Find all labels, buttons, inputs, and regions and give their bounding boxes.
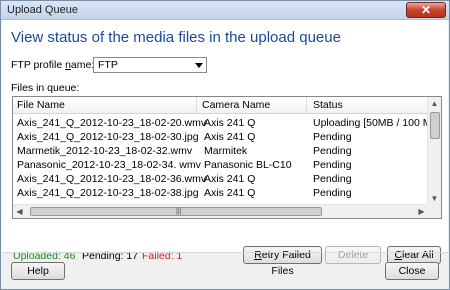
file-name-cell: Panasonic_2012-10-23_18-02-34. wmv: [17, 159, 201, 171]
table-row[interactable]: Axis_241_Q_2012-10-23_18-02-20.wmv Axis …: [13, 117, 441, 130]
column-header-camera-name[interactable]: Camera Name: [202, 99, 270, 111]
chevron-down-icon: [195, 63, 203, 68]
camera-name-cell: Axis 241 Q: [204, 117, 256, 129]
list-header: File Name Camera Name Status: [13, 97, 429, 114]
table-row[interactable]: Marmetik_2012-10-23_18-02-32.wmv Marmite…: [13, 145, 429, 158]
scroll-grip-icon: |||: [176, 208, 182, 215]
ftp-profile-value: FTP: [98, 59, 118, 71]
table-row[interactable]: Axis_241_Q_2012-10-23_18-02-36.wmv Axis …: [13, 173, 429, 186]
ftp-profile-dropdown[interactable]: FTP: [93, 57, 207, 73]
status-cell: Pending: [313, 187, 352, 199]
file-name-cell: Axis_241_Q_2012-10-23_18-02-36.wmv: [17, 173, 207, 185]
file-name-cell: Axis_241_Q_2012-10-23_18-02-30.jpg: [17, 131, 199, 143]
content-panel: View status of the media files in the up…: [2, 20, 448, 277]
status-cell: Uploading [50MB / 100 MB]: [313, 117, 442, 129]
column-divider[interactable]: [306, 97, 307, 113]
upload-queue-window: Upload Queue ✕ View status of the media …: [0, 0, 450, 290]
scrollbar-corner: [427, 204, 441, 218]
retry-failed-files-button[interactable]: Retry Failed Files: [243, 246, 322, 277]
status-cell: Pending: [313, 173, 352, 185]
files-in-queue-label: Files in queue:: [11, 82, 80, 94]
status-cell: Pending: [313, 131, 352, 143]
delete-button[interactable]: Delete: [325, 246, 381, 264]
ftp-profile-label: FTP profile name:: [11, 59, 95, 71]
queue-list[interactable]: File Name Camera Name Status Axis_241_Q_…: [12, 96, 442, 219]
file-name-cell: Axis_241_Q_2012-10-23_18-02-38.jpg: [17, 187, 199, 199]
scroll-up-icon[interactable]: ▲: [428, 97, 441, 110]
vertical-scrollbar[interactable]: ▲ ▼: [427, 97, 441, 205]
table-row[interactable]: Panasonic_2012-10-23_18-02-34. wmv Panas…: [13, 159, 429, 172]
footer-divider: [2, 252, 448, 253]
status-cell: Pending: [313, 159, 352, 171]
camera-name-cell: Axis 241 Q: [204, 187, 256, 199]
help-button[interactable]: Help: [11, 262, 65, 280]
file-name-cell: Marmetik_2012-10-23_18-02-32.wmv: [17, 145, 193, 157]
horizontal-scroll-thumb[interactable]: |||: [30, 207, 322, 216]
camera-name-cell: Axis 241 Q: [204, 131, 256, 143]
column-header-status[interactable]: Status: [313, 99, 343, 111]
scroll-left-icon[interactable]: ◀: [13, 205, 26, 218]
status-cell: Pending: [313, 145, 352, 157]
camera-name-cell: Marmitek: [204, 145, 248, 157]
vertical-scroll-thumb[interactable]: [430, 112, 440, 139]
window-close-button[interactable]: ✕: [406, 2, 446, 18]
column-header-file-name[interactable]: File Name: [17, 99, 65, 111]
file-name-cell: Axis_241_Q_2012-10-23_18-02-20.wmv: [17, 117, 207, 129]
horizontal-scrollbar[interactable]: ◀ ||| ▶: [13, 204, 428, 218]
camera-name-cell: Panasonic BL-C10: [204, 159, 292, 171]
title-bar: Upload Queue ✕: [1, 1, 449, 20]
table-row[interactable]: Axis_241_Q_2012-10-23_18-02-38.jpg Axis …: [13, 187, 429, 200]
close-button[interactable]: Close: [385, 262, 439, 280]
page-heading: View status of the media files in the up…: [11, 29, 341, 46]
camera-name-cell: Axis 241 Q: [204, 173, 256, 185]
table-row[interactable]: Axis_241_Q_2012-10-23_18-02-30.jpg Axis …: [13, 131, 429, 144]
window-title: Upload Queue: [7, 4, 78, 16]
column-divider[interactable]: [196, 97, 197, 113]
